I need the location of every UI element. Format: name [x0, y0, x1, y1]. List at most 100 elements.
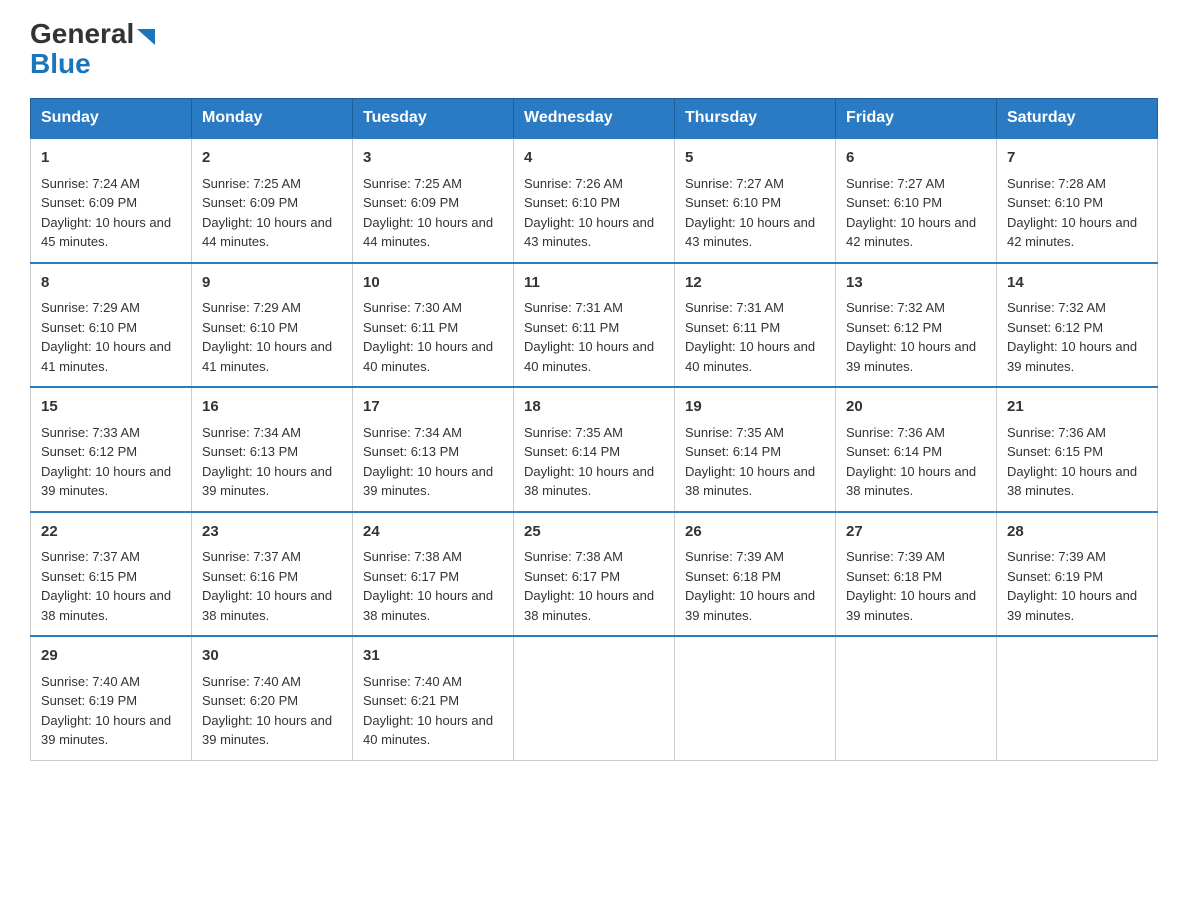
- calendar-day-cell: 29 Sunrise: 7:40 AMSunset: 6:19 PMDaylig…: [31, 636, 192, 760]
- calendar-day-cell: 20 Sunrise: 7:36 AMSunset: 6:14 PMDaylig…: [836, 387, 997, 512]
- day-info: Sunrise: 7:25 AMSunset: 6:09 PMDaylight:…: [363, 176, 493, 250]
- day-info: Sunrise: 7:27 AMSunset: 6:10 PMDaylight:…: [685, 176, 815, 250]
- calendar-day-cell: 7 Sunrise: 7:28 AMSunset: 6:10 PMDayligh…: [997, 138, 1158, 263]
- calendar-day-cell: 5 Sunrise: 7:27 AMSunset: 6:10 PMDayligh…: [675, 138, 836, 263]
- day-info: Sunrise: 7:34 AMSunset: 6:13 PMDaylight:…: [202, 425, 332, 499]
- day-number: 12: [685, 272, 825, 295]
- day-info: Sunrise: 7:39 AMSunset: 6:18 PMDaylight:…: [685, 549, 815, 623]
- calendar-day-cell: 10 Sunrise: 7:30 AMSunset: 6:11 PMDaylig…: [353, 263, 514, 388]
- day-number: 3: [363, 147, 503, 170]
- day-number: 1: [41, 147, 181, 170]
- day-info: Sunrise: 7:38 AMSunset: 6:17 PMDaylight:…: [363, 549, 493, 623]
- calendar-day-cell: 11 Sunrise: 7:31 AMSunset: 6:11 PMDaylig…: [514, 263, 675, 388]
- calendar-day-cell: [514, 636, 675, 760]
- day-number: 19: [685, 396, 825, 419]
- day-number: 7: [1007, 147, 1147, 170]
- calendar-day-cell: [836, 636, 997, 760]
- day-info: Sunrise: 7:28 AMSunset: 6:10 PMDaylight:…: [1007, 176, 1137, 250]
- day-number: 4: [524, 147, 664, 170]
- calendar-week-row: 15 Sunrise: 7:33 AMSunset: 6:12 PMDaylig…: [31, 387, 1158, 512]
- day-info: Sunrise: 7:25 AMSunset: 6:09 PMDaylight:…: [202, 176, 332, 250]
- calendar-day-header: Thursday: [675, 99, 836, 139]
- day-info: Sunrise: 7:35 AMSunset: 6:14 PMDaylight:…: [524, 425, 654, 499]
- day-number: 14: [1007, 272, 1147, 295]
- day-number: 10: [363, 272, 503, 295]
- calendar-day-header: Sunday: [31, 99, 192, 139]
- day-number: 11: [524, 272, 664, 295]
- day-info: Sunrise: 7:30 AMSunset: 6:11 PMDaylight:…: [363, 300, 493, 374]
- calendar-day-cell: 8 Sunrise: 7:29 AMSunset: 6:10 PMDayligh…: [31, 263, 192, 388]
- day-number: 28: [1007, 521, 1147, 544]
- day-number: 31: [363, 645, 503, 668]
- day-info: Sunrise: 7:34 AMSunset: 6:13 PMDaylight:…: [363, 425, 493, 499]
- calendar-day-cell: 25 Sunrise: 7:38 AMSunset: 6:17 PMDaylig…: [514, 512, 675, 637]
- day-number: 30: [202, 645, 342, 668]
- day-info: Sunrise: 7:27 AMSunset: 6:10 PMDaylight:…: [846, 176, 976, 250]
- day-info: Sunrise: 7:26 AMSunset: 6:10 PMDaylight:…: [524, 176, 654, 250]
- day-number: 17: [363, 396, 503, 419]
- day-info: Sunrise: 7:29 AMSunset: 6:10 PMDaylight:…: [41, 300, 171, 374]
- day-number: 29: [41, 645, 181, 668]
- day-info: Sunrise: 7:37 AMSunset: 6:16 PMDaylight:…: [202, 549, 332, 623]
- calendar-day-cell: 4 Sunrise: 7:26 AMSunset: 6:10 PMDayligh…: [514, 138, 675, 263]
- calendar-day-cell: 13 Sunrise: 7:32 AMSunset: 6:12 PMDaylig…: [836, 263, 997, 388]
- calendar-day-header: Friday: [836, 99, 997, 139]
- calendar-day-cell: 6 Sunrise: 7:27 AMSunset: 6:10 PMDayligh…: [836, 138, 997, 263]
- day-info: Sunrise: 7:40 AMSunset: 6:19 PMDaylight:…: [41, 674, 171, 748]
- day-number: 23: [202, 521, 342, 544]
- day-info: Sunrise: 7:36 AMSunset: 6:14 PMDaylight:…: [846, 425, 976, 499]
- day-info: Sunrise: 7:24 AMSunset: 6:09 PMDaylight:…: [41, 176, 171, 250]
- calendar-week-row: 29 Sunrise: 7:40 AMSunset: 6:19 PMDaylig…: [31, 636, 1158, 760]
- day-number: 16: [202, 396, 342, 419]
- day-number: 22: [41, 521, 181, 544]
- logo-blue-text: Blue: [30, 50, 91, 78]
- day-number: 13: [846, 272, 986, 295]
- calendar-day-cell: 23 Sunrise: 7:37 AMSunset: 6:16 PMDaylig…: [192, 512, 353, 637]
- day-number: 21: [1007, 396, 1147, 419]
- calendar-day-cell: 31 Sunrise: 7:40 AMSunset: 6:21 PMDaylig…: [353, 636, 514, 760]
- page-header: General Blue: [30, 20, 1158, 78]
- calendar-day-cell: 26 Sunrise: 7:39 AMSunset: 6:18 PMDaylig…: [675, 512, 836, 637]
- calendar-day-header: Wednesday: [514, 99, 675, 139]
- calendar-day-cell: 18 Sunrise: 7:35 AMSunset: 6:14 PMDaylig…: [514, 387, 675, 512]
- calendar-header-row: SundayMondayTuesdayWednesdayThursdayFrid…: [31, 99, 1158, 139]
- calendar-day-cell: [675, 636, 836, 760]
- day-info: Sunrise: 7:39 AMSunset: 6:18 PMDaylight:…: [846, 549, 976, 623]
- day-number: 25: [524, 521, 664, 544]
- calendar-table: SundayMondayTuesdayWednesdayThursdayFrid…: [30, 98, 1158, 761]
- calendar-day-cell: 30 Sunrise: 7:40 AMSunset: 6:20 PMDaylig…: [192, 636, 353, 760]
- calendar-day-header: Monday: [192, 99, 353, 139]
- calendar-day-cell: 15 Sunrise: 7:33 AMSunset: 6:12 PMDaylig…: [31, 387, 192, 512]
- day-number: 9: [202, 272, 342, 295]
- day-info: Sunrise: 7:31 AMSunset: 6:11 PMDaylight:…: [685, 300, 815, 374]
- day-info: Sunrise: 7:40 AMSunset: 6:20 PMDaylight:…: [202, 674, 332, 748]
- day-number: 26: [685, 521, 825, 544]
- calendar-day-cell: 3 Sunrise: 7:25 AMSunset: 6:09 PMDayligh…: [353, 138, 514, 263]
- calendar-day-cell: 9 Sunrise: 7:29 AMSunset: 6:10 PMDayligh…: [192, 263, 353, 388]
- day-info: Sunrise: 7:40 AMSunset: 6:21 PMDaylight:…: [363, 674, 493, 748]
- day-number: 8: [41, 272, 181, 295]
- day-number: 24: [363, 521, 503, 544]
- calendar-day-cell: 2 Sunrise: 7:25 AMSunset: 6:09 PMDayligh…: [192, 138, 353, 263]
- calendar-day-cell: [997, 636, 1158, 760]
- day-info: Sunrise: 7:39 AMSunset: 6:19 PMDaylight:…: [1007, 549, 1137, 623]
- calendar-day-cell: 21 Sunrise: 7:36 AMSunset: 6:15 PMDaylig…: [997, 387, 1158, 512]
- day-number: 18: [524, 396, 664, 419]
- calendar-day-header: Tuesday: [353, 99, 514, 139]
- logo: General Blue: [30, 20, 155, 78]
- calendar-day-cell: 19 Sunrise: 7:35 AMSunset: 6:14 PMDaylig…: [675, 387, 836, 512]
- calendar-day-header: Saturday: [997, 99, 1158, 139]
- calendar-week-row: 22 Sunrise: 7:37 AMSunset: 6:15 PMDaylig…: [31, 512, 1158, 637]
- calendar-day-cell: 16 Sunrise: 7:34 AMSunset: 6:13 PMDaylig…: [192, 387, 353, 512]
- calendar-day-cell: 27 Sunrise: 7:39 AMSunset: 6:18 PMDaylig…: [836, 512, 997, 637]
- calendar-week-row: 1 Sunrise: 7:24 AMSunset: 6:09 PMDayligh…: [31, 138, 1158, 263]
- day-number: 5: [685, 147, 825, 170]
- calendar-day-cell: 28 Sunrise: 7:39 AMSunset: 6:19 PMDaylig…: [997, 512, 1158, 637]
- day-info: Sunrise: 7:35 AMSunset: 6:14 PMDaylight:…: [685, 425, 815, 499]
- day-info: Sunrise: 7:37 AMSunset: 6:15 PMDaylight:…: [41, 549, 171, 623]
- day-info: Sunrise: 7:32 AMSunset: 6:12 PMDaylight:…: [1007, 300, 1137, 374]
- day-info: Sunrise: 7:31 AMSunset: 6:11 PMDaylight:…: [524, 300, 654, 374]
- calendar-day-cell: 12 Sunrise: 7:31 AMSunset: 6:11 PMDaylig…: [675, 263, 836, 388]
- logo-general-text: General: [30, 20, 155, 48]
- day-info: Sunrise: 7:36 AMSunset: 6:15 PMDaylight:…: [1007, 425, 1137, 499]
